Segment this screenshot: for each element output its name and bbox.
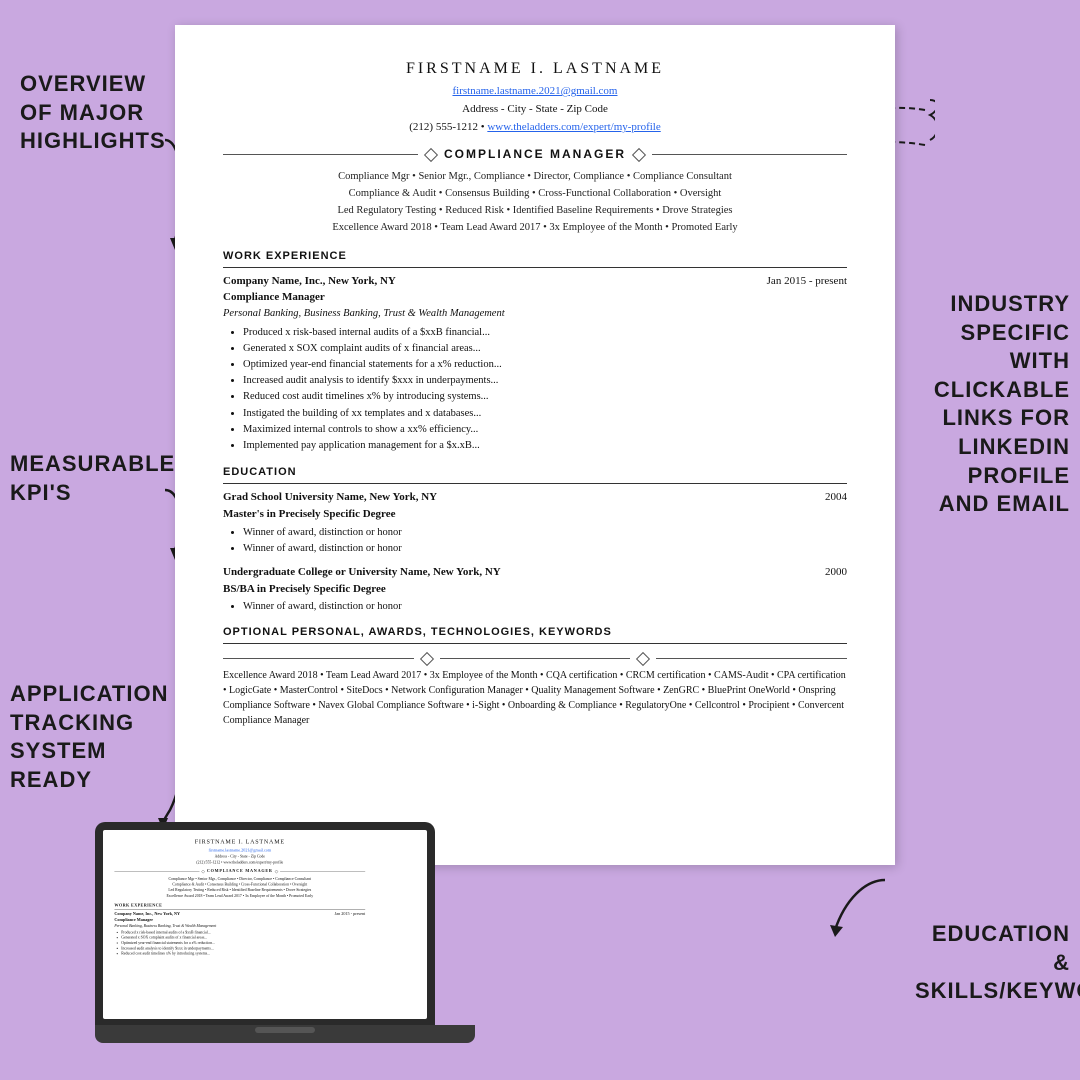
edu2-bullets: Winner of award, distinction or honor xyxy=(243,599,847,614)
resume-name: FIRSTNAME I. LASTNAME xyxy=(223,57,847,80)
mini-phone: (212) 555-1212 • www.theladders.com/expe… xyxy=(114,860,365,866)
keywords-line2: Compliance & Audit • Consensus Building … xyxy=(223,186,847,203)
mini-email: firstname.lastname.2021@gmail.com xyxy=(114,848,365,854)
mini-keywords: Compliance Mgr • Senior Mgr., Compliance… xyxy=(114,876,365,899)
annotation-education: EDUCATION & SKILLS/KEYWORDS xyxy=(915,920,1070,1006)
annotation-industry: INDUSTRY SPECIFIC WITH CLICKABLE LINKS F… xyxy=(915,290,1070,519)
education-header: EDUCATION xyxy=(223,465,847,484)
bullet-item: Winner of award, distinction or honor xyxy=(243,541,847,556)
bullet-item: Maximized internal controls to show a xx… xyxy=(243,422,847,437)
edu2-year: 2000 xyxy=(825,565,847,581)
title-row: COMPLIANCE MANAGER xyxy=(223,146,847,163)
bullet-item: Winner of award, distinction or honor xyxy=(243,525,847,540)
job1-bullets: Produced x risk-based internal audits of… xyxy=(243,325,847,454)
resume-email[interactable]: firstname.lastname.2021@gmail.com xyxy=(223,84,847,100)
bullet-item: Reduced cost audit timelines x% by intro… xyxy=(243,389,847,404)
laptop-screen-inner: FIRSTNAME I. LASTNAME firstname.lastname… xyxy=(103,830,427,1019)
mini-bullets: Produced x risk-based internal audits of… xyxy=(121,930,365,957)
mini-address: Address - City - State - Zip Code xyxy=(114,854,365,860)
mini-name: FIRSTNAME I. LASTNAME xyxy=(114,838,365,847)
bullet-item: Produced x risk-based internal audits of… xyxy=(243,325,847,340)
edu2-school: Undergraduate College or University Name… xyxy=(223,565,501,581)
job1-date: Jan 2015 - present xyxy=(767,274,847,290)
optional-content: Excellence Award 2018 • Team Lead Award … xyxy=(223,668,847,728)
keywords-line3: Led Regulatory Testing • Reduced Risk • … xyxy=(223,203,847,220)
title-right-diamond xyxy=(632,148,646,162)
job1-header: Company Name, Inc., New York, NY Jan 201… xyxy=(223,274,847,290)
laptop-resume-mini: FIRSTNAME I. LASTNAME firstname.lastname… xyxy=(103,830,377,964)
laptop-screen-outer: FIRSTNAME I. LASTNAME firstname.lastname… xyxy=(95,822,435,1027)
laptop: FIRSTNAME I. LASTNAME firstname.lastname… xyxy=(95,822,475,1062)
resume-title: COMPLIANCE MANAGER xyxy=(444,146,626,163)
bullet-item: Instigated the building of xx templates … xyxy=(243,406,847,421)
job1-subtitle: Personal Banking, Business Banking, Trus… xyxy=(223,306,847,321)
job1-title: Compliance Manager xyxy=(223,290,847,306)
job1-company: Company Name, Inc., New York, NY xyxy=(223,274,396,290)
title-right-line xyxy=(652,154,847,155)
resume-address: Address - City - State - Zip Code xyxy=(223,102,847,118)
linkedin-link[interactable]: www.theladders.com/expert/my-profile xyxy=(487,121,660,133)
bullet-item: Implemented pay application management f… xyxy=(243,438,847,453)
mini-title-row: COMPLIANCE MANAGER xyxy=(114,868,365,874)
edu2-header: Undergraduate College or University Name… xyxy=(223,565,847,581)
edu1-header: Grad School University Name, New York, N… xyxy=(223,490,847,506)
optional-header: OPTIONAL PERSONAL, AWARDS, TECHNOLOGIES,… xyxy=(223,625,847,644)
edu2-degree: BS/BA in Precisely Specific Degree xyxy=(223,582,847,598)
arrow-education-laptop xyxy=(825,870,905,950)
mini-job-subtitle: Personal Banking, Business Banking, Trus… xyxy=(114,923,365,929)
title-left-line xyxy=(223,154,418,155)
bullet-item: Generated x SOX complaint audits of x fi… xyxy=(243,341,847,356)
mini-work-header: WORK EXPERIENCE xyxy=(114,903,365,910)
keywords-block: Compliance Mgr • Senior Mgr., Compliance… xyxy=(223,169,847,236)
annotation-overview: OVERVIEW OF MAJOR HIGHLIGHTS xyxy=(20,70,175,156)
resume-document: FIRSTNAME I. LASTNAME firstname.lastname… xyxy=(175,25,895,865)
laptop-base xyxy=(95,1025,475,1043)
phone-text: (212) 555-1212 • xyxy=(409,121,487,133)
annotation-measurable: MEASURABLE KPI'S xyxy=(10,450,170,507)
edu2-block: Undergraduate College or University Name… xyxy=(223,565,847,615)
title-left-diamond xyxy=(424,148,438,162)
bullet-item: Winner of award, distinction or honor xyxy=(243,599,847,614)
keywords-line4: Excellence Award 2018 • Team Lead Award … xyxy=(223,220,847,237)
optional-diamonds xyxy=(223,654,847,664)
keywords-line1: Compliance Mgr • Senior Mgr., Compliance… xyxy=(223,169,847,186)
edu1-bullets: Winner of award, distinction or honor Wi… xyxy=(243,525,847,556)
edu1-school: Grad School University Name, New York, N… xyxy=(223,490,437,506)
mini-title: COMPLIANCE MANAGER xyxy=(207,868,273,874)
bullet-item: Increased audit analysis to identify $xx… xyxy=(243,373,847,388)
resume-phone: (212) 555-1212 • www.theladders.com/expe… xyxy=(223,120,847,136)
edu1-year: 2004 xyxy=(825,490,847,506)
bullet-item: Optimized year-end financial statements … xyxy=(243,357,847,372)
work-experience-header: WORK EXPERIENCE xyxy=(223,249,847,268)
annotation-ats: APPLICATION TRACKING SYSTEM READY xyxy=(10,680,170,794)
edu1-degree: Master's in Precisely Specific Degree xyxy=(223,507,847,523)
